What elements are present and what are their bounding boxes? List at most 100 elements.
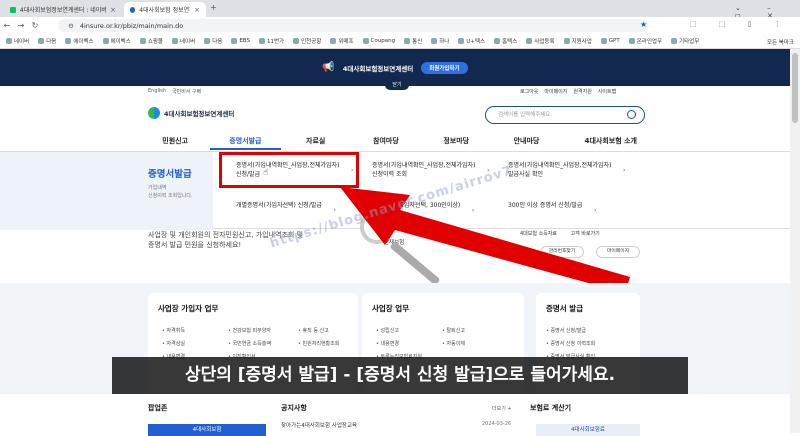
bookmark-favicon-icon [563,38,570,44]
forward-icon[interactable]: → [14,21,28,30]
close-tab-icon[interactable]: × [194,6,200,14]
banner-signup-button[interactable]: 회원가입하기 [421,61,468,74]
bookmark-item[interactable]: EBS [231,38,250,44]
nav-info[interactable]: 정보마당 [421,132,491,150]
bookmark-item[interactable]: 홈텍스 [494,37,517,45]
bookmark-favicon-icon [330,38,337,44]
bookmark-favicon-icon [258,38,265,44]
bookmark-item[interactable]: 에이벡스 [102,37,131,45]
bookmark-favicon-icon [362,38,369,44]
nav-participation[interactable]: 참여마당 [351,132,421,150]
list-item[interactable]: 자격취득 [162,327,185,334]
tab-title: 4대사회보험정보연계센터 : 네이버 [19,7,107,14]
bookmark-label: 하나 [439,39,450,45]
all-bookmarks-link[interactable]: 모든 북마크 [762,38,794,46]
url-field[interactable]: ⚙ 4insure.or.kr/pbiz/main/main.do [58,19,648,32]
bookmark-favicon-icon [494,38,501,44]
list-item[interactable]: 자격상실 [162,340,185,347]
bookmark-favicon-icon [102,38,109,44]
remote-support-link[interactable]: 원격지원 [573,88,591,95]
util-left-links: English 국민비서 구삐 [148,88,201,95]
bookmark-item[interactable]: 사업등록 [526,37,555,45]
mega-menu-desc: 가입내역 신청이력 조회입니다. [148,185,193,199]
calculator-button[interactable]: 4대사회보험료 [536,424,640,436]
url-text: 4insure.or.kr/pbiz/main/main.do [79,21,184,30]
search-input[interactable]: 검색어를 입력해주세요. [485,106,645,124]
bookmark-item[interactable]: 네이버 [172,37,195,45]
banner-close-button[interactable]: 닫기 [385,81,409,90]
bookmark-item[interactable]: 에이벡스 [65,37,94,45]
list-item[interactable]: 자동이체 [442,340,465,347]
chevron-right-icon: › [333,207,336,214]
bookmark-favicon-icon [139,38,146,44]
bookmark-item[interactable]: U+텍스 [458,37,485,45]
nav-guide[interactable]: 안내마당 [491,132,561,150]
list-item[interactable]: 탈퇴신고 [442,327,465,334]
logout-link[interactable]: 로그아웃 [520,88,538,95]
bookmarks-bar: 네이버 다음 에이벡스 에이벡스 쇼핑몰 네이버 다음 EBS 11번가 인천공항 위메프 Coupa… [0,34,800,49]
bookmark-item[interactable]: 온라인업무 [628,37,662,45]
banner-text: 4대사회보험정보연계센터 [342,64,414,73]
nav-about[interactable]: 4대사회보험 소개 [562,132,660,150]
browser-tab[interactable]: 4대사회보험정보연계센터 : 네이버 × [4,2,122,17]
hand-cursor-icon: ☝ [263,168,269,178]
search-icon[interactable] [627,110,636,119]
bookmark-item[interactable]: 하나 [431,37,449,45]
gubbi-link[interactable]: 국민비서 구삐 [172,88,201,95]
menu-individual-cert[interactable]: 개별증명서(가입자선택) 신청/발급 › [236,201,336,214]
site-logo[interactable]: 4대사회보험정보연계센터 [148,107,234,119]
list-item[interactable]: 건강보험 피부양자 [228,327,271,334]
list-item[interactable]: 증명서 신청/발급 [546,327,586,334]
page-scrollbar[interactable] [790,49,800,433]
bookmark-label: 다음 [212,39,223,45]
bookmark-item[interactable]: 통신 [404,37,422,45]
english-link[interactable]: English [148,88,166,95]
back-icon[interactable]: ← [0,21,14,30]
list-item[interactable]: 휴직 등 신고 [298,327,329,334]
bookmark-label: 에이벡스 [110,39,131,45]
list-item[interactable]: 국민연금 소득총액 [228,340,271,347]
bookmark-favicon-icon [231,38,238,44]
bookmark-favicon-icon [6,38,12,44]
nav-certificate[interactable]: 증명서발급 [210,132,281,150]
notice-more-link[interactable]: 더보기 + [492,405,512,412]
close-tab-icon[interactable]: × [110,6,116,14]
bookmark-favicon-icon [600,38,607,44]
extensions-icons[interactable]: ⬚ ⬚ ▯ ⋮ [690,20,791,28]
site-info-icon[interactable]: ⚙ [68,22,74,30]
notice-item[interactable]: 찾아가는4대사회보험 사업장교육 [281,421,357,429]
sitemap-link[interactable]: 사이트맵 [598,88,616,95]
util-right-links: 로그아웃 마이페이지 원격지원 사이트맵 [520,88,616,95]
main-nav: 민원신고 증명서발급 자료실 참여마당 정보마당 안내마당 4대사회보험 소개 [140,132,660,150]
search-placeholder: 검색어를 입력해주세요. [498,112,553,118]
nav-complaint[interactable]: 민원신고 [140,132,210,150]
bookmark-item[interactable]: 인천공항 [293,37,321,45]
red-arrow-icon [340,187,630,293]
bookmark-item[interactable]: 쇼핑몰 [139,37,163,45]
logo-mark-icon [148,107,160,119]
bookmark-item[interactable]: 지원사업 [563,37,592,45]
new-tab-button[interactable]: + [210,3,217,12]
list-item[interactable]: 성립신고 [376,327,399,334]
popup-banner[interactable]: 4대사회보험 [148,424,266,436]
list-item[interactable]: 내용변경 [376,340,399,347]
bookmark-item[interactable]: 위메프 [330,37,354,45]
list-item[interactable]: 증명서 신청 이력조회 [546,340,596,347]
nav-library[interactable]: 자료실 [281,132,351,150]
scrollbar-thumb[interactable] [792,53,798,123]
bookmark-item[interactable]: 11번가 [258,37,284,45]
bookmark-item[interactable]: 네이버 [6,37,29,45]
bookmark-label: 홈텍스 [502,39,518,45]
bookmark-label: 쇼핑몰 [147,39,163,45]
mypage-link[interactable]: 마이페이지 [544,88,567,95]
reload-icon[interactable]: ↻ [28,21,42,30]
bookmark-item[interactable]: 다음 [204,37,222,45]
browser-tab-active[interactable]: 4대사회보험 정보연계센터 × [124,2,206,17]
bookmark-item[interactable]: 다음 [38,37,56,45]
bookmark-star-icon[interactable]: ★ [640,20,647,29]
bookmark-item[interactable]: Coupang [362,38,395,44]
bookmark-item[interactable]: GPT [600,38,620,44]
bookmark-item[interactable]: 기타업무 [671,37,699,45]
bookmark-label: 기타업무 [679,39,700,45]
list-item[interactable]: 민원처리현황조회 [298,340,340,347]
